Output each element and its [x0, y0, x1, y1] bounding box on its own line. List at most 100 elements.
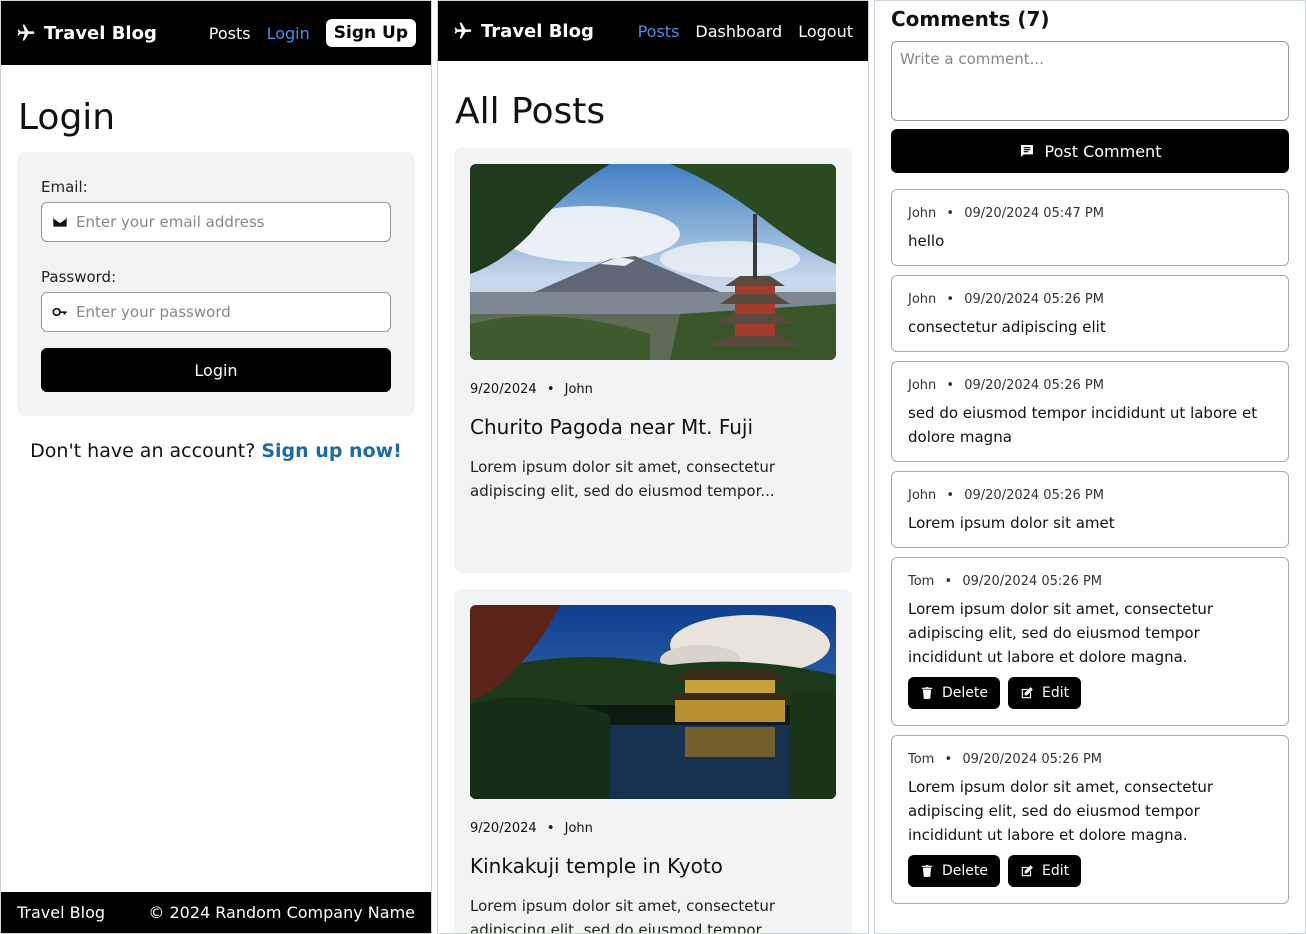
comment-text: sed do eiusmod tempor incididunt ut labo… — [908, 404, 1258, 446]
password-field-wrapper — [41, 292, 391, 332]
brand-name: Travel Blog — [44, 22, 157, 44]
trash-icon — [921, 687, 933, 699]
comment-timestamp: 09/20/2024 05:26 PM — [962, 752, 1103, 767]
meta-separator: • — [944, 574, 953, 589]
post-meta: 9/20/2024 • John — [470, 382, 836, 397]
comment-icon — [1020, 145, 1033, 157]
comment-author: John — [908, 488, 937, 503]
post-image-kinkakuji[interactable] — [470, 605, 836, 799]
comment-item: John • 09/20/2024 05:26 PM sed do eiusmo… — [891, 361, 1289, 462]
airplane-icon — [17, 24, 35, 41]
comment-list: John • 09/20/2024 05:47 PM hello John • … — [891, 189, 1289, 904]
comment-item: John • 09/20/2024 05:26 PM consectetur a… — [891, 275, 1289, 352]
post-excerpt: Lorem ipsum dolor sit amet, consectetur … — [470, 897, 776, 934]
post-date: 9/20/2024 — [470, 821, 537, 836]
signup-prompt: Don't have an account? Sign up now! — [1, 440, 431, 462]
post-author: John — [564, 382, 593, 397]
comment-author: John — [908, 378, 937, 393]
envelope-icon — [53, 217, 67, 227]
comment-item: Tom • 09/20/2024 05:26 PM Lorem ipsum do… — [891, 735, 1289, 904]
meta-separator: • — [946, 488, 955, 503]
comment-meta: Tom • 09/20/2024 05:26 PM — [908, 752, 1272, 767]
post-comment-label: Post Comment — [1044, 141, 1162, 161]
comment-timestamp: 09/20/2024 05:26 PM — [964, 378, 1104, 393]
email-field-wrapper — [41, 202, 391, 242]
nav-posts-link[interactable]: Posts — [638, 22, 680, 41]
comment-author: Tom — [908, 752, 935, 767]
page-title: All Posts — [455, 91, 606, 132]
post-card[interactable]: 9/20/2024 • John Churito Pagoda near Mt.… — [454, 148, 852, 573]
signup-prompt-text: Don't have an account? — [30, 440, 256, 462]
delete-button[interactable]: Delete — [908, 855, 1000, 887]
password-input[interactable] — [76, 303, 380, 321]
nav-posts-link[interactable]: Posts — [209, 24, 251, 43]
post-author: John — [564, 821, 593, 836]
edit-label: Edit — [1042, 685, 1070, 701]
password-label: Password: — [41, 268, 117, 286]
comment-meta: John • 09/20/2024 05:26 PM — [908, 488, 1272, 503]
footer-brand: Travel Blog — [17, 903, 106, 922]
edit-button[interactable]: Edit — [1008, 677, 1082, 709]
trash-icon — [921, 865, 933, 877]
post-card[interactable]: 9/20/2024 • John Kinkakuji temple in Kyo… — [454, 589, 852, 934]
nav-links: Posts Login Sign Up — [209, 19, 416, 47]
brand-name: Travel Blog — [481, 20, 594, 42]
edit-label: Edit — [1042, 863, 1070, 879]
comment-box — [891, 41, 1289, 121]
post-image-pagoda[interactable] — [470, 164, 836, 360]
meta-separator: • — [946, 378, 955, 393]
comment-meta: John • 09/20/2024 05:26 PM — [908, 292, 1272, 307]
email-input[interactable] — [76, 213, 380, 231]
comment-actions: Delete Edit — [908, 677, 1272, 709]
airplane-icon — [454, 22, 472, 39]
nav-login-link[interactable]: Login — [267, 24, 310, 43]
signup-button[interactable]: Sign Up — [325, 19, 416, 47]
comments-title: Comments (7) — [891, 7, 1050, 31]
comment-text: Lorem ipsum dolor sit amet — [908, 514, 1115, 532]
comment-timestamp: 09/20/2024 05:26 PM — [964, 292, 1104, 307]
comment-meta: John • 09/20/2024 05:47 PM — [908, 206, 1272, 221]
meta-separator: • — [944, 752, 953, 767]
posts-page: Travel Blog Posts Dashboard Logout All P… — [437, 0, 869, 934]
comment-text: consectetur adipiscing elit — [908, 318, 1106, 336]
login-form: Email: Password: Login — [17, 152, 415, 416]
comments-section: Comments (7) Post Comment John • 09/20/2… — [874, 0, 1306, 934]
comment-input[interactable] — [900, 50, 1280, 112]
comment-author: John — [908, 206, 937, 221]
signup-link[interactable]: Sign up now! — [261, 440, 401, 462]
login-page: Travel Blog Posts Login Sign Up Login Em… — [0, 0, 432, 934]
comment-item: Tom • 09/20/2024 05:26 PM Lorem ipsum do… — [891, 557, 1289, 726]
delete-label: Delete — [942, 863, 988, 879]
post-date: 9/20/2024 — [470, 382, 537, 397]
post-excerpt: Lorem ipsum dolor sit amet, consectetur … — [470, 458, 776, 500]
post-title[interactable]: Kinkakuji temple in Kyoto — [470, 854, 836, 878]
comment-text: Lorem ipsum dolor sit amet, consectetur … — [908, 778, 1214, 844]
post-title[interactable]: Churito Pagoda near Mt. Fuji — [470, 415, 836, 439]
post-comment-button[interactable]: Post Comment — [891, 129, 1289, 173]
comment-timestamp: 09/20/2024 05:26 PM — [964, 488, 1104, 503]
login-button[interactable]: Login — [41, 348, 391, 392]
footer: Travel Blog © 2024 Random Company Name — [1, 892, 431, 933]
meta-separator: • — [946, 292, 955, 307]
footer-copyright: © 2024 Random Company Name — [148, 903, 415, 922]
comment-author: John — [908, 292, 937, 307]
comment-text: Lorem ipsum dolor sit amet, consectetur … — [908, 600, 1214, 666]
meta-separator: • — [546, 382, 555, 397]
post-meta: 9/20/2024 • John — [470, 821, 836, 836]
email-label: Email: — [41, 178, 88, 196]
nav-dashboard-link[interactable]: Dashboard — [695, 22, 782, 41]
nav-links: Posts Dashboard Logout — [638, 22, 853, 41]
nav-logout-link[interactable]: Logout — [798, 22, 853, 41]
delete-label: Delete — [942, 685, 988, 701]
meta-separator: • — [546, 821, 555, 836]
comment-timestamp: 09/20/2024 05:47 PM — [964, 206, 1104, 221]
meta-separator: • — [946, 206, 955, 221]
brand-logo[interactable]: Travel Blog — [453, 21, 594, 42]
comment-author: Tom — [908, 574, 935, 589]
edit-button[interactable]: Edit — [1008, 855, 1082, 887]
pencil-square-icon — [1021, 687, 1033, 699]
navbar: Travel Blog Posts Login Sign Up — [1, 1, 431, 65]
brand-logo[interactable]: Travel Blog — [16, 23, 157, 44]
comment-timestamp: 09/20/2024 05:26 PM — [962, 574, 1103, 589]
delete-button[interactable]: Delete — [908, 677, 1000, 709]
